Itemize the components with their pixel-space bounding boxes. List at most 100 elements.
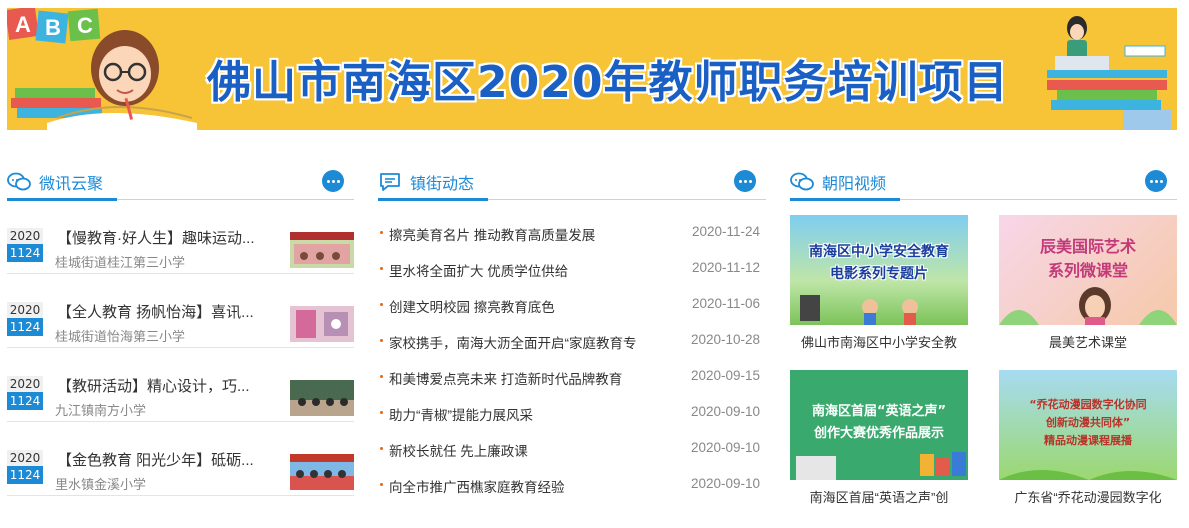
date-year: 2020 — [7, 302, 43, 318]
news-source: 九江镇南方小学 — [55, 403, 147, 418]
more-dot-icon — [743, 179, 747, 183]
bullet-icon — [380, 267, 383, 270]
banner[interactable]: A B C A 佛山市南海区2020年教师职务培训项目 — [7, 8, 1177, 130]
more-button[interactable] — [322, 170, 344, 192]
news-source: 里水镇金溪小学 — [55, 477, 147, 492]
section-weixun: 微讯云聚 2020 1124 【慢教育·好人生】趣味运动... 桂城街道桂江第三… — [7, 165, 354, 496]
svg-text:A: A — [15, 12, 31, 37]
section-title-tab[interactable]: 微讯云聚 — [7, 166, 118, 201]
banner-title: 佛山市南海区2020年教师职务培训项目 — [207, 57, 1009, 108]
news-thumbnail[interactable] — [290, 232, 354, 268]
date-badge: 2020 1124 — [7, 228, 43, 262]
list-item-date: 2020-11-06 — [691, 296, 760, 311]
video-thumb-title: 南海区首届“英语之声” — [811, 404, 947, 419]
video-thumb-art — [999, 470, 1177, 480]
section-title: 朝阳视频 — [822, 176, 887, 193]
news-source: 桂城街道怡海第三小学 — [55, 329, 186, 344]
video-thumb-subtitle: 创新动漫共同体” — [1045, 416, 1131, 429]
news-list: 擦亮美育名片 推动教育高质量发展 2020-11-24 里水将全面扩大 优质学位供… — [378, 200, 766, 502]
date-month-day: 1124 — [7, 318, 43, 336]
list-item[interactable]: 家校携手，南海大沥全面开启“家庭教育专 2020-10-28 — [378, 322, 766, 358]
news-title[interactable]: 【金色教育 阳光少年】砥砺... — [57, 449, 254, 470]
bullet-icon — [380, 231, 383, 234]
bullet-icon — [380, 411, 383, 414]
news-item[interactable]: 2020 1124 【教研活动】精心设计，巧... 九江镇南方小学 — [7, 348, 354, 422]
news-item[interactable]: 2020 1124 【全人教育 扬帆怡海】喜讯... 桂城街道怡海第三小学 — [7, 274, 354, 348]
more-button[interactable] — [1145, 170, 1167, 192]
bullet-icon — [380, 447, 383, 450]
date-badge: 2020 1124 — [7, 450, 43, 484]
section-header: 朝阳视频 — [790, 165, 1177, 201]
list-item-title[interactable]: 助力“青椒”提能力展风采 — [389, 404, 659, 424]
video-thumb-subtitle-2: 精品动漫课程展播 — [1044, 434, 1132, 447]
more-button[interactable] — [734, 170, 756, 192]
list-item-date: 2020-11-24 — [691, 224, 760, 239]
list-item[interactable]: 新校长就任 先上廉政课 2020-09-10 — [378, 430, 766, 466]
date-badge: 2020 1124 — [7, 302, 43, 336]
more-dot-icon — [1159, 179, 1163, 183]
news-item[interactable]: 2020 1124 【慢教育·好人生】趣味运动... 桂城街道桂江第三小学 — [7, 200, 354, 274]
list-item-title[interactable]: 新校长就任 先上廉政课 — [389, 440, 659, 460]
list-item-date: 2020-11-12 — [691, 260, 760, 275]
list-item[interactable]: 擦亮美育名片 推动教育高质量发展 2020-11-24 — [378, 214, 766, 250]
more-dot-icon — [738, 179, 742, 183]
news-item[interactable]: 2020 1124 【金色教育 阳光少年】砥砺... 里水镇金溪小学 — [7, 422, 354, 496]
list-item-title[interactable]: 擦亮美育名片 推动教育高质量发展 — [389, 224, 659, 244]
list-item-title[interactable]: 向全市推广西樵家庭教育经验 — [389, 476, 659, 496]
video-thumbnail[interactable]: 南海区首届“英语之声” 创作大赛优秀作品展示 — [790, 370, 968, 480]
video-card[interactable]: 南海区首届“英语之声” 创作大赛优秀作品展示 南海区首届“英语之声”创 — [790, 370, 968, 506]
list-item-title[interactable]: 里水将全面扩大 优质学位供给 — [389, 260, 659, 280]
list-item-date: 2020-09-10 — [690, 404, 760, 419]
date-year: 2020 — [7, 450, 43, 466]
news-source: 桂城街道桂江第三小学 — [55, 255, 186, 270]
video-caption[interactable]: 晨美艺术课堂 — [999, 332, 1177, 351]
list-item-title[interactable]: 创建文明校园 擦亮教育底色 — [389, 296, 659, 316]
list-item[interactable]: 向全市推广西樵家庭教育经验 2020-09-10 — [378, 466, 766, 502]
video-card[interactable]: 南海区中小学安全教育 电影系列专题片 佛山市南海区中小学安全教 — [790, 215, 968, 351]
list-item[interactable]: 助力“青椒”提能力展风采 2020-09-10 — [378, 394, 766, 430]
news-title[interactable]: 【慢教育·好人生】趣味运动... — [57, 227, 255, 248]
list-item-title[interactable]: 家校携手，南海大沥全面开启“家庭教育专 — [389, 332, 659, 352]
news-title[interactable]: 【教研活动】精心设计，巧... — [57, 375, 250, 396]
section-header: 微讯云聚 — [7, 165, 354, 201]
news-thumbnail[interactable] — [290, 454, 354, 490]
video-card[interactable]: “乔花动漫园数字化协同 创新动漫共同体” 精品动漫课程展播 广东省“乔花动漫园数… — [999, 370, 1177, 506]
list-item-date: 2020-09-10 — [690, 476, 760, 491]
more-dot-icon — [1154, 179, 1158, 183]
list-item-date: 2020-09-15 — [690, 368, 760, 383]
section-title: 微讯云聚 — [39, 176, 104, 193]
video-card[interactable]: 辰美国际艺术 系列微课堂 晨美艺术课堂 — [999, 215, 1177, 351]
section-title-tab[interactable]: 镇街动态 — [378, 166, 489, 201]
video-thumbnail[interactable]: 南海区中小学安全教育 电影系列专题片 — [790, 215, 968, 325]
date-month-day: 1124 — [7, 392, 43, 410]
news-thumbnail[interactable] — [290, 380, 354, 416]
news-title[interactable]: 【全人教育 扬帆怡海】喜讯... — [57, 301, 254, 322]
section-title-tab[interactable]: 朝阳视频 — [790, 166, 901, 201]
video-thumbnail[interactable]: “乔花动漫园数字化协同 创新动漫共同体” 精品动漫课程展播 — [999, 370, 1177, 480]
banner-teacher-illustration — [1047, 16, 1171, 130]
video-thumb-subtitle: 创作大赛优秀作品展示 — [813, 426, 944, 441]
chat-bubbles-icon — [7, 172, 31, 191]
more-dot-icon — [1149, 179, 1153, 183]
video-caption[interactable]: 广东省“乔花动漫园数字化 — [999, 487, 1177, 506]
more-dot-icon — [748, 179, 752, 183]
video-thumb-art — [999, 287, 1177, 325]
video-caption[interactable]: 佛山市南海区中小学安全教 — [790, 332, 968, 351]
list-item-title[interactable]: 和美博爱点亮未来 打造新时代品牌教育 — [389, 368, 659, 388]
news-thumbnail[interactable] — [290, 306, 354, 342]
list-item[interactable]: 里水将全面扩大 优质学位供给 2020-11-12 — [378, 250, 766, 286]
video-caption[interactable]: 南海区首届“英语之声”创 — [790, 487, 968, 506]
bullet-icon — [380, 339, 383, 342]
section-header: 镇街动态 — [378, 165, 766, 201]
banner-girl-illustration: A B C — [7, 8, 197, 130]
video-thumbnail[interactable]: 辰美国际艺术 系列微课堂 — [999, 215, 1177, 325]
chat-bubbles-icon — [790, 172, 814, 191]
more-dot-icon — [326, 179, 330, 183]
video-thumb-title: 辰美国际艺术 — [1039, 237, 1136, 256]
list-item-date: 2020-10-28 — [690, 332, 760, 347]
date-month-day: 1124 — [7, 244, 43, 262]
date-year: 2020 — [7, 376, 43, 392]
list-item[interactable]: 创建文明校园 擦亮教育底色 2020-11-06 — [378, 286, 766, 322]
list-item[interactable]: 和美博爱点亮未来 打造新时代品牌教育 2020-09-15 — [378, 358, 766, 394]
more-dot-icon — [331, 179, 335, 183]
